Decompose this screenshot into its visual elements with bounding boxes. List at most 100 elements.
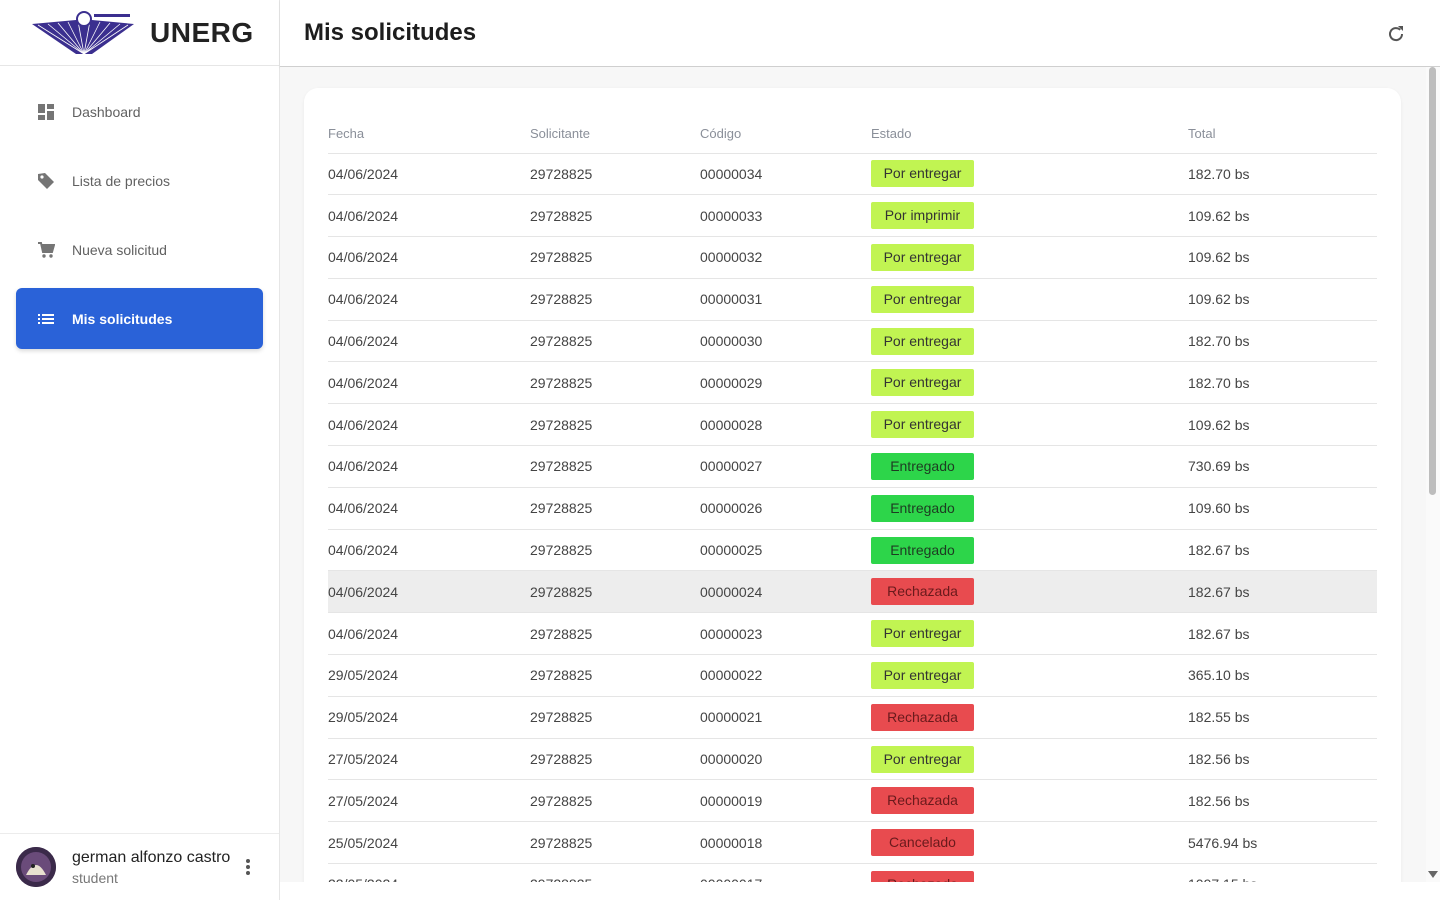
table-row[interactable]: 27/05/2024 29728825 00000019 Rechazada 182.5… [328,779,1377,823]
table-row[interactable]: 04/06/2024 29728825 00000030 Por entregar 18… [328,320,1377,363]
column-header-codigo[interactable]: Código [700,112,871,154]
table-row[interactable]: 04/06/2024 29728825 00000031 Por entregar 10… [328,278,1377,321]
unerg-logo [32,10,134,54]
status-badge: Por entregar [871,327,974,355]
sidebar-item-lista-de-precios[interactable]: Lista de precios [16,150,263,211]
cell-codigo: 00000017 [700,863,871,882]
cell-total: 365.10 bs [1188,654,1377,697]
cell-total: 182.70 bs [1188,153,1377,196]
sidebar-nav: Dashboard Lista de precios Nueva solicit… [0,66,279,349]
cell-fecha: 04/06/2024 [328,278,530,321]
sidebar-item-mis-solicitudes[interactable]: Mis solicitudes [16,288,263,349]
status-badge: Cancelado [871,829,974,857]
cell-solicitante: 29728825 [530,738,700,781]
cell-codigo: 00000025 [700,529,871,572]
cell-codigo: 00000033 [700,194,871,238]
brand-name: UNERG [150,16,254,48]
main-content: Fecha Solicitante Código Estado Total 04… [280,67,1426,882]
tag-icon [36,171,56,191]
user-profile[interactable]: german alfonzo castro student [0,833,279,900]
cell-estado: Por entregar [871,361,1188,405]
cell-fecha: 22/05/2024 [328,863,530,882]
status-badge: Por entregar [871,160,974,188]
table-header-row: Fecha Solicitante Código Estado Total [328,112,1377,154]
cell-estado: Entregado [871,487,1188,530]
table-row[interactable]: 04/06/2024 29728825 00000025 Entregado 182.6… [328,529,1377,572]
more-vert-icon[interactable] [238,855,258,879]
sidebar-item-nueva-solicitud[interactable]: Nueva solicitud [16,219,263,280]
table-row[interactable]: 25/05/2024 29728825 00000018 Cancelado 5476.… [328,821,1377,865]
column-header-estado[interactable]: Estado [871,112,1188,154]
sidebar-item-label: Mis solicitudes [72,310,173,327]
sidebar-item-dashboard[interactable]: Dashboard [16,81,263,142]
status-badge: Rechazada [871,870,974,882]
table-row[interactable]: 29/05/2024 29728825 00000022 Por entregar 36… [328,654,1377,697]
table-row[interactable]: 04/06/2024 29728825 00000028 Por entregar 10… [328,403,1377,447]
refresh-icon[interactable] [1384,22,1408,46]
status-badge: Entregado [871,452,974,480]
cell-codigo: 00000034 [700,153,871,196]
status-badge: Por imprimir [871,202,974,230]
table-row[interactable]: 04/06/2024 29728825 00000034 Por entregar 18… [328,153,1377,196]
scroll-down-arrow-icon[interactable] [1428,871,1438,878]
cell-codigo: 00000022 [700,654,871,697]
cell-total: 182.67 bs [1188,529,1377,572]
cell-estado: Rechazada [871,696,1188,739]
status-badge: Por entregar [871,745,974,773]
brand: UNERG [0,0,279,66]
cell-fecha: 29/05/2024 [328,696,530,739]
cell-solicitante: 29728825 [530,654,700,697]
status-badge: Por entregar [871,411,974,439]
list-icon [36,309,56,329]
cell-solicitante: 29728825 [530,570,700,614]
cell-total: 182.56 bs [1188,779,1377,823]
cell-total: 109.62 bs [1188,194,1377,238]
table-row[interactable]: 22/05/20242972882500000017Rechazada 1097.… [328,863,1377,882]
user-role: student [72,869,118,886]
table-row[interactable]: 04/06/2024 29728825 00000033 Por imprimir 10… [328,194,1377,238]
table-row[interactable]: 04/06/2024 29728825 00000026 Entregado 109.6… [328,487,1377,530]
scrollbar[interactable] [1426,67,1440,882]
cell-solicitante: 29728825 [530,361,700,405]
cell-codigo: 00000029 [700,361,871,405]
avatar [16,847,56,887]
cell-estado: Rechazada [871,863,1188,882]
status-badge: Por entregar [871,243,974,271]
table-row[interactable]: 04/06/2024 29728825 00000023 Por entregar 18… [328,612,1377,656]
cell-total: 182.70 bs [1188,361,1377,405]
user-info: german alfonzo castro student [72,849,230,886]
cell-solicitante: 29728825 [530,863,700,882]
cell-codigo: 00000018 [700,821,871,865]
table-row[interactable]: 04/06/2024 29728825 00000029 Por entregar 18… [328,361,1377,405]
cell-codigo: 00000028 [700,403,871,447]
table-row[interactable]: 29/05/2024 29728825 00000021 Rechazada 182.5… [328,696,1377,739]
status-badge: Rechazada [871,578,974,606]
cell-solicitante: 29728825 [530,403,700,447]
sidebar-item-label: Lista de precios [72,172,171,189]
table-row[interactable]: 04/06/2024 29728825 00000032 Por entregar 10… [328,236,1377,279]
cell-total: 109.60 bs [1188,487,1377,530]
cell-estado: Por entregar [871,278,1188,321]
cell-codigo: 00000023 [700,612,871,656]
table-row[interactable]: 04/06/2024 29728825 00000027 Entregado 730.6… [328,445,1377,488]
column-header-solicitante[interactable]: Solicitante [530,112,700,154]
cell-fecha: 04/06/2024 [328,570,530,614]
scroll-thumb[interactable] [1429,67,1436,495]
cell-estado: Por entregar [871,153,1188,196]
cell-estado: Por entregar [871,320,1188,363]
cell-total: 109.62 bs [1188,403,1377,447]
cell-fecha: 27/05/2024 [328,738,530,781]
cell-estado: Cancelado [871,821,1188,865]
column-header-total[interactable]: Total [1188,112,1377,154]
table-row[interactable]: 04/06/2024 29728825 00000024 Rechazada 182.6… [328,570,1377,614]
cell-estado: Entregado [871,445,1188,488]
cell-estado: Por entregar [871,738,1188,781]
cell-solicitante: 29728825 [530,529,700,572]
page-title: Mis solicitudes [304,19,477,46]
cell-fecha: 27/05/2024 [328,779,530,823]
cell-codigo: 00000032 [700,236,871,279]
sidebar-item-label: Dashboard [72,103,141,120]
column-header-fecha[interactable]: Fecha [328,112,530,154]
table-row[interactable]: 27/05/2024 29728825 00000020 Por entregar 18… [328,738,1377,781]
cell-estado: Rechazada [871,570,1188,614]
